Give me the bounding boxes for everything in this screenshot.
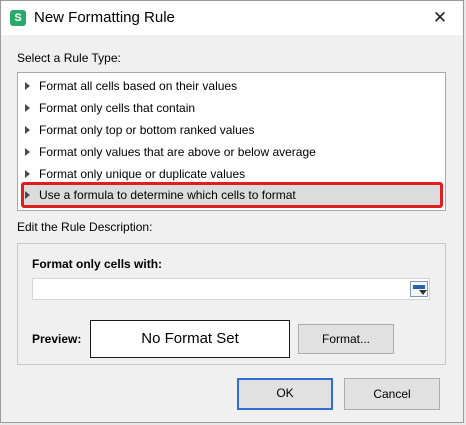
- rule-item-label: Use a formula to determine which cells t…: [39, 188, 296, 202]
- expand-triangle-icon: [25, 170, 30, 178]
- rule-type-label: Select a Rule Type:: [17, 51, 121, 65]
- format-preview: No Format Set: [90, 320, 290, 358]
- expand-triangle-icon: [25, 82, 30, 90]
- expand-triangle-icon: [25, 104, 30, 112]
- edit-description-label: Edit the Rule Description:: [17, 220, 153, 234]
- rule-type-list[interactable]: Format all cells based on their values F…: [17, 72, 446, 211]
- preview-label: Preview:: [32, 332, 82, 346]
- expand-triangle-icon: [25, 191, 30, 199]
- format-button[interactable]: Format...: [298, 324, 394, 354]
- title-bar: S New Formatting Rule ✕: [1, 1, 463, 35]
- rule-item-top-bottom[interactable]: Format only top or bottom ranked values: [23, 120, 441, 140]
- collapse-dialog-icon[interactable]: [410, 281, 428, 297]
- formula-input[interactable]: [32, 278, 430, 300]
- expand-triangle-icon: [25, 148, 30, 156]
- new-formatting-rule-dialog: S New Formatting Rule ✕ Select a Rule Ty…: [0, 0, 464, 423]
- rule-item-all-cells[interactable]: Format all cells based on their values: [23, 76, 441, 96]
- rule-item-label: Format all cells based on their values: [39, 79, 238, 93]
- rule-item-unique-duplicate[interactable]: Format only unique or duplicate values: [23, 164, 441, 184]
- rule-description-panel: Format only cells with: Preview: No Form…: [17, 243, 446, 365]
- app-icon: S: [10, 10, 26, 26]
- close-icon[interactable]: ✕: [427, 6, 453, 30]
- rule-item-above-below-average[interactable]: Format only values that are above or bel…: [23, 142, 441, 162]
- ok-button[interactable]: OK: [237, 378, 333, 410]
- rule-item-use-formula[interactable]: Use a formula to determine which cells t…: [21, 182, 443, 208]
- dialog-title: New Formatting Rule: [34, 9, 175, 26]
- rule-item-label: Format only top or bottom ranked values: [39, 123, 255, 137]
- rule-item-label: Format only values that are above or bel…: [39, 145, 316, 159]
- rule-item-label: Format only unique or duplicate values: [39, 167, 246, 181]
- format-only-cells-label: Format only cells with:: [32, 257, 163, 271]
- rule-item-label: Format only cells that contain: [39, 101, 196, 115]
- rule-item-cells-contain[interactable]: Format only cells that contain: [23, 98, 441, 118]
- expand-triangle-icon: [25, 126, 30, 134]
- cancel-button[interactable]: Cancel: [344, 378, 440, 410]
